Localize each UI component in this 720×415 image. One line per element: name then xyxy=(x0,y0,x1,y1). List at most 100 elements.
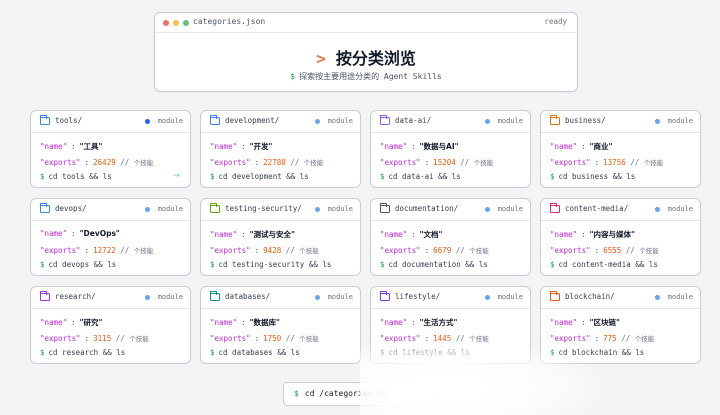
comment-suffix: 个技能 xyxy=(473,159,494,167)
folder-name: development/ xyxy=(225,116,280,125)
page-title-text: 按分类浏览 xyxy=(335,49,416,68)
colon: : xyxy=(424,246,430,255)
module-label: module xyxy=(667,116,693,125)
category-card[interactable]: tools/module "name": "工具" "exports":26429 /… xyxy=(30,110,191,188)
name-key: "name" xyxy=(210,230,238,239)
command-bar[interactable]: $ cd /categories && xyxy=(283,382,433,406)
folder-icon xyxy=(39,115,50,125)
exports-key: "exports" xyxy=(40,158,81,167)
category-card[interactable]: documentation/module "name": "文档" "exports"… xyxy=(370,198,531,276)
comment-prefix: // xyxy=(455,246,465,255)
command-line: $ cd devops && ls xyxy=(40,260,116,269)
name-key: "name" xyxy=(40,229,68,238)
skill-count: 775 xyxy=(603,334,617,343)
colon: : xyxy=(411,318,416,327)
card-command: cd content-media && ls xyxy=(558,260,658,269)
name-line: "name": "内容与媒体" xyxy=(550,229,635,240)
comment-prefix: // xyxy=(285,246,295,255)
colon: : xyxy=(241,230,246,239)
arrow-right-icon[interactable]: → xyxy=(172,171,180,181)
exports-key: "exports" xyxy=(40,334,81,343)
category-name: "区块链" xyxy=(589,318,620,327)
module-dot-icon xyxy=(315,295,320,300)
name-line: "name": "DevOps" xyxy=(40,229,120,238)
folder-icon xyxy=(209,203,220,213)
name-line: "name": "工具" xyxy=(40,141,102,152)
module-label: module xyxy=(327,116,353,125)
exports-line: "exports":6679 // 个技能 xyxy=(380,245,489,255)
category-name: "内容与媒体" xyxy=(589,230,635,239)
card-header: lifestyle/module xyxy=(371,287,530,309)
module-dot-icon xyxy=(145,207,150,212)
card-prompt: $ xyxy=(380,260,385,269)
comment-prefix: // xyxy=(285,334,295,343)
category-card[interactable]: blockchain/module "name": "区块链" "exports":7… xyxy=(540,286,701,364)
module-dot-icon xyxy=(145,119,150,124)
exports-line: "exports":12722 // 个技能 xyxy=(40,245,153,255)
comment-suffix: 个技能 xyxy=(299,335,319,343)
card-command: cd testing-security && ls xyxy=(218,260,332,269)
category-card[interactable]: business/module "name": "商业" "exports":1375… xyxy=(540,110,701,188)
category-card[interactable]: testing-security/module "name": "测试与安全" "ex… xyxy=(200,198,361,276)
folder-icon xyxy=(379,203,390,213)
card-header: content-media/module xyxy=(541,199,700,221)
category-card[interactable]: data-ai/module "name": "数据与AI" "exports":15… xyxy=(370,110,531,188)
folder-icon xyxy=(39,203,50,213)
category-card[interactable]: development/module "name": "开发" "exports":2… xyxy=(200,110,361,188)
card-prompt: $ xyxy=(380,172,385,181)
category-card[interactable]: lifestyle/module "name": "生活方式" "exports":1… xyxy=(370,286,531,364)
comment-suffix: 个技能 xyxy=(299,247,319,255)
module-label: module xyxy=(157,292,183,301)
name-key: "name" xyxy=(550,318,578,327)
folder-icon xyxy=(379,115,390,125)
colon: : xyxy=(581,318,586,327)
command-line: $ cd research && ls xyxy=(40,348,125,357)
exports-key: "exports" xyxy=(380,334,421,343)
colon: : xyxy=(254,246,260,255)
colon: : xyxy=(254,334,260,343)
card-header: development/module xyxy=(201,111,360,133)
card-header: business/module xyxy=(541,111,700,133)
folder-name: databases/ xyxy=(225,292,271,301)
colon: : xyxy=(241,318,246,327)
card-header: databases/module xyxy=(201,287,360,309)
name-key: "name" xyxy=(380,230,408,239)
command-line: $ cd content-media && ls xyxy=(550,260,658,269)
name-line: "name": "数据与AI" xyxy=(380,141,459,152)
comment-prefix: // xyxy=(120,246,130,255)
command-line: $ cd lifestyle && ls xyxy=(380,348,470,357)
name-line: "name": "商业" xyxy=(550,141,612,152)
comment-suffix: 个技能 xyxy=(639,247,659,255)
card-prompt: $ xyxy=(210,348,215,357)
folder-name: research/ xyxy=(55,292,96,301)
page-subtitle: $ 探索按主要用途分类的 Agent Skills xyxy=(155,71,577,82)
category-name: "商业" xyxy=(589,142,613,151)
folder-icon xyxy=(379,291,390,301)
command-prompt: $ xyxy=(294,389,299,398)
folder-icon xyxy=(549,291,560,301)
comment-suffix: 个技能 xyxy=(634,335,655,343)
exports-line: "exports":775 // 个技能 xyxy=(550,333,654,343)
name-key: "name" xyxy=(380,142,408,151)
comment-prefix: // xyxy=(115,334,125,343)
skill-count: 15204 xyxy=(433,158,456,167)
card-header: data-ai/module xyxy=(371,111,530,133)
folder-name: blockchain/ xyxy=(565,292,615,301)
category-card[interactable]: databases/module "name": "数据库" "exports":17… xyxy=(200,286,361,364)
exports-key: "exports" xyxy=(210,246,251,255)
maximize-dot-icon[interactable] xyxy=(183,20,189,26)
folder-name: lifestyle/ xyxy=(395,292,441,301)
category-card[interactable]: research/module "name": "研究" "exports":3115… xyxy=(30,286,191,364)
close-dot-icon[interactable] xyxy=(163,20,169,26)
folder-name: testing-security/ xyxy=(225,204,302,213)
category-card[interactable]: content-media/module "name": "内容与媒体" "expor… xyxy=(540,198,701,276)
module-dot-icon xyxy=(485,207,490,212)
name-key: "name" xyxy=(380,318,408,327)
skill-count: 1750 xyxy=(263,334,282,343)
category-name: "工具" xyxy=(79,142,103,151)
category-card[interactable]: devops/module "name": "DevOps" "exports":12… xyxy=(30,198,191,276)
header-window: categories.json ready > 按分类浏览 $ 探索按主要用途分类的… xyxy=(154,12,578,92)
minimize-dot-icon[interactable] xyxy=(173,20,179,26)
card-header: blockchain/module xyxy=(541,287,700,309)
command-line: $ cd development && ls xyxy=(210,172,309,181)
